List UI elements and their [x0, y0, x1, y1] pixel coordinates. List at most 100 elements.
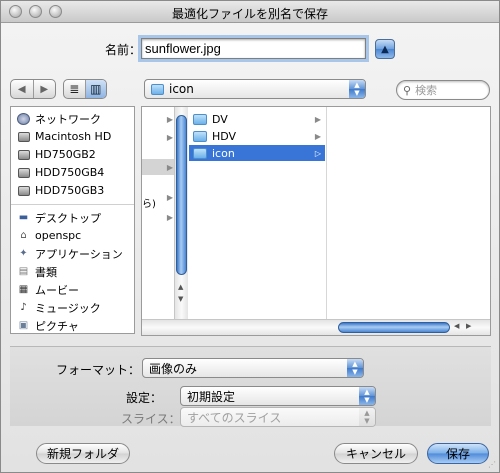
sidebar-item-label: ミュージック	[35, 301, 101, 315]
folder-icon	[193, 130, 207, 142]
scroll-left-arrow-icon[interactable]: ◀	[454, 322, 459, 330]
column1-scroll-thumb[interactable]	[176, 115, 187, 275]
folder-row-icon[interactable]: icon ▷	[189, 145, 325, 161]
sidebar-item-label: ムービー	[35, 283, 79, 297]
folder-label: icon	[212, 146, 235, 160]
disclosure-arrow-icon: ▶	[166, 133, 173, 142]
back-button[interactable]: ◀	[11, 80, 34, 98]
browser-column-parent: ▶ ▶ ▶ ▶ ▶ ら) さら	[142, 107, 178, 334]
browser-column-current: DV ▶ HDV ▶ icon ▷	[189, 107, 327, 319]
slices-value: すべてのスライス	[187, 410, 282, 425]
search-field[interactable]: ⚲ 検索	[396, 80, 490, 100]
sidebar-item-music[interactable]: ♪ ミュージック	[17, 299, 101, 316]
settings-popup[interactable]: 初期設定 ▲ ▼	[180, 386, 376, 406]
music-icon: ♪	[20, 302, 27, 313]
sidebar-item-movies[interactable]: ▦ ムービー	[17, 281, 79, 298]
sidebar-item-network[interactable]: ネットワーク	[17, 110, 101, 127]
folder-icon	[193, 113, 207, 125]
back-forward-control: ◀ ▶	[10, 79, 56, 99]
home-icon: ⌂	[20, 230, 27, 241]
documents-icon: ▤	[18, 266, 29, 277]
popup-arrows-icon: ▲ ▼	[359, 408, 375, 426]
new-folder-button[interactable]: 新規フォルダ	[36, 443, 130, 464]
horizontal-scrollbar[interactable]: ◀ ▶	[142, 319, 490, 335]
movies-icon: ▦	[18, 284, 29, 295]
sidebar: ネットワーク Macintosh HD HD750GB2 HDD750GB4 H…	[10, 106, 135, 334]
location-popup[interactable]: icon ▲ ▼	[144, 79, 366, 99]
sidebar-item-hd750gb2[interactable]: HD750GB2	[17, 146, 96, 163]
disclosure-arrow-icon: ▶	[314, 131, 321, 141]
disclosure-arrow-icon: ▶	[166, 115, 173, 124]
sidebar-item-pictures[interactable]: ▣ ピクチャ	[17, 317, 79, 334]
column1-scrollbar[interactable]: ▲ ▼	[174, 107, 188, 319]
slices-popup[interactable]: すべてのスライス ▲ ▼	[180, 407, 376, 427]
scroll-down-arrow-icon[interactable]: ▼	[178, 295, 183, 303]
forward-button[interactable]: ▶	[34, 80, 56, 98]
collapse-toggle-button[interactable]: ▲	[375, 39, 395, 59]
sidebar-item-home[interactable]: ⌂ openspc	[17, 227, 81, 244]
column-view-button[interactable]: ▥	[85, 80, 106, 98]
format-value: 画像のみ	[149, 361, 198, 376]
truncated-item-label: ら)	[142, 199, 156, 210]
folder-row-hdv[interactable]: HDV ▶	[193, 128, 325, 144]
sidebar-item-desktop[interactable]: ▬ デスクトップ	[17, 209, 101, 226]
forward-arrow-icon: ▶	[40, 83, 49, 95]
sidebar-item-label: 書類	[35, 265, 57, 279]
hard-disk-icon	[17, 131, 30, 143]
disclosure-arrow-icon: ▶	[314, 114, 321, 124]
sidebar-item-label: HDD750GB4	[35, 166, 105, 179]
search-placeholder: 検索	[415, 84, 438, 97]
sidebar-item-hdd750gb4[interactable]: HDD750GB4	[17, 164, 104, 181]
disclosure-arrow-icon: ▶	[166, 213, 173, 222]
window-title: 最適化ファイルを別名で保存	[171, 7, 328, 21]
popup-arrows-icon: ▲ ▼	[347, 359, 363, 377]
hard-disk-icon	[17, 185, 30, 197]
sidebar-item-hdd750gb3[interactable]: HDD750GB3	[17, 182, 104, 199]
network-globe-icon	[17, 112, 30, 125]
save-as-label: 名前：	[105, 43, 142, 57]
sidebar-item-label: ネットワーク	[35, 112, 101, 126]
slices-label: スライス：	[121, 412, 181, 426]
desktop-icon: ▬	[18, 212, 29, 223]
sidebar-item-macintosh-hd[interactable]: Macintosh HD	[17, 128, 111, 145]
horizontal-scroll-thumb[interactable]	[338, 322, 450, 333]
cancel-button[interactable]: キャンセル	[334, 443, 418, 464]
browser-column-empty	[328, 107, 490, 319]
folder-row-dv[interactable]: DV ▶	[193, 111, 325, 127]
format-popup[interactable]: 画像のみ ▲ ▼	[142, 358, 364, 378]
list-view-button[interactable]: ≣	[64, 80, 86, 98]
sidebar-item-label: HD750GB2	[35, 148, 96, 161]
folder-label: DV	[212, 112, 228, 126]
folder-label: HDV	[212, 129, 237, 143]
settings-label: 設定：	[126, 391, 163, 405]
format-label: フォーマット：	[56, 363, 141, 377]
resize-grip-icon[interactable]: ⋰	[488, 460, 496, 469]
sidebar-item-label: ピクチャ	[35, 319, 79, 333]
sidebar-item-label: Macintosh HD	[35, 130, 112, 143]
sidebar-item-label: HDD750GB3	[35, 184, 105, 197]
location-value: icon	[169, 82, 194, 96]
search-icon: ⚲	[403, 83, 412, 97]
save-button[interactable]: 保存	[427, 443, 489, 464]
pictures-icon: ▣	[18, 320, 29, 331]
sidebar-item-label: openspc	[35, 229, 82, 242]
format-options-panel: フォーマット： 画像のみ ▲ ▼ 設定： 初期設定 ▲ ▼ スライス： すべてのスラ…	[10, 346, 491, 427]
hard-disk-icon	[17, 167, 30, 179]
column-view-icon: ▥	[90, 82, 102, 96]
scroll-right-arrow-icon[interactable]: ▶	[466, 322, 471, 330]
disclosure-arrow-icon: ▷	[314, 148, 321, 158]
column-browser: ▶ ▶ ▶ ▶ ▶ ら) さら ▲ ▼ DV ▶ HDV ▶	[141, 106, 491, 336]
folder-icon	[151, 83, 164, 95]
applications-icon: ✦	[19, 248, 28, 259]
popup-arrows-icon: ▲ ▼	[349, 80, 365, 98]
disclosure-arrow-icon: ▶	[166, 193, 173, 202]
sidebar-item-documents[interactable]: ▤ 書類	[17, 263, 57, 280]
scroll-up-arrow-icon[interactable]: ▲	[178, 283, 183, 291]
sidebar-item-applications[interactable]: ✦ アプリケーション	[17, 245, 122, 262]
sidebar-divider	[11, 204, 134, 205]
list-view-icon: ≣	[69, 82, 80, 96]
sidebar-item-label: デスクトップ	[35, 211, 101, 225]
filename-field[interactable]: sunflower.jpg	[138, 35, 369, 62]
settings-value: 初期設定	[187, 389, 236, 404]
save-dialog-window: 最適化ファイルを別名で保存 名前： sunflower.jpg ▲ ◀ ▶ ≣ …	[0, 0, 500, 473]
